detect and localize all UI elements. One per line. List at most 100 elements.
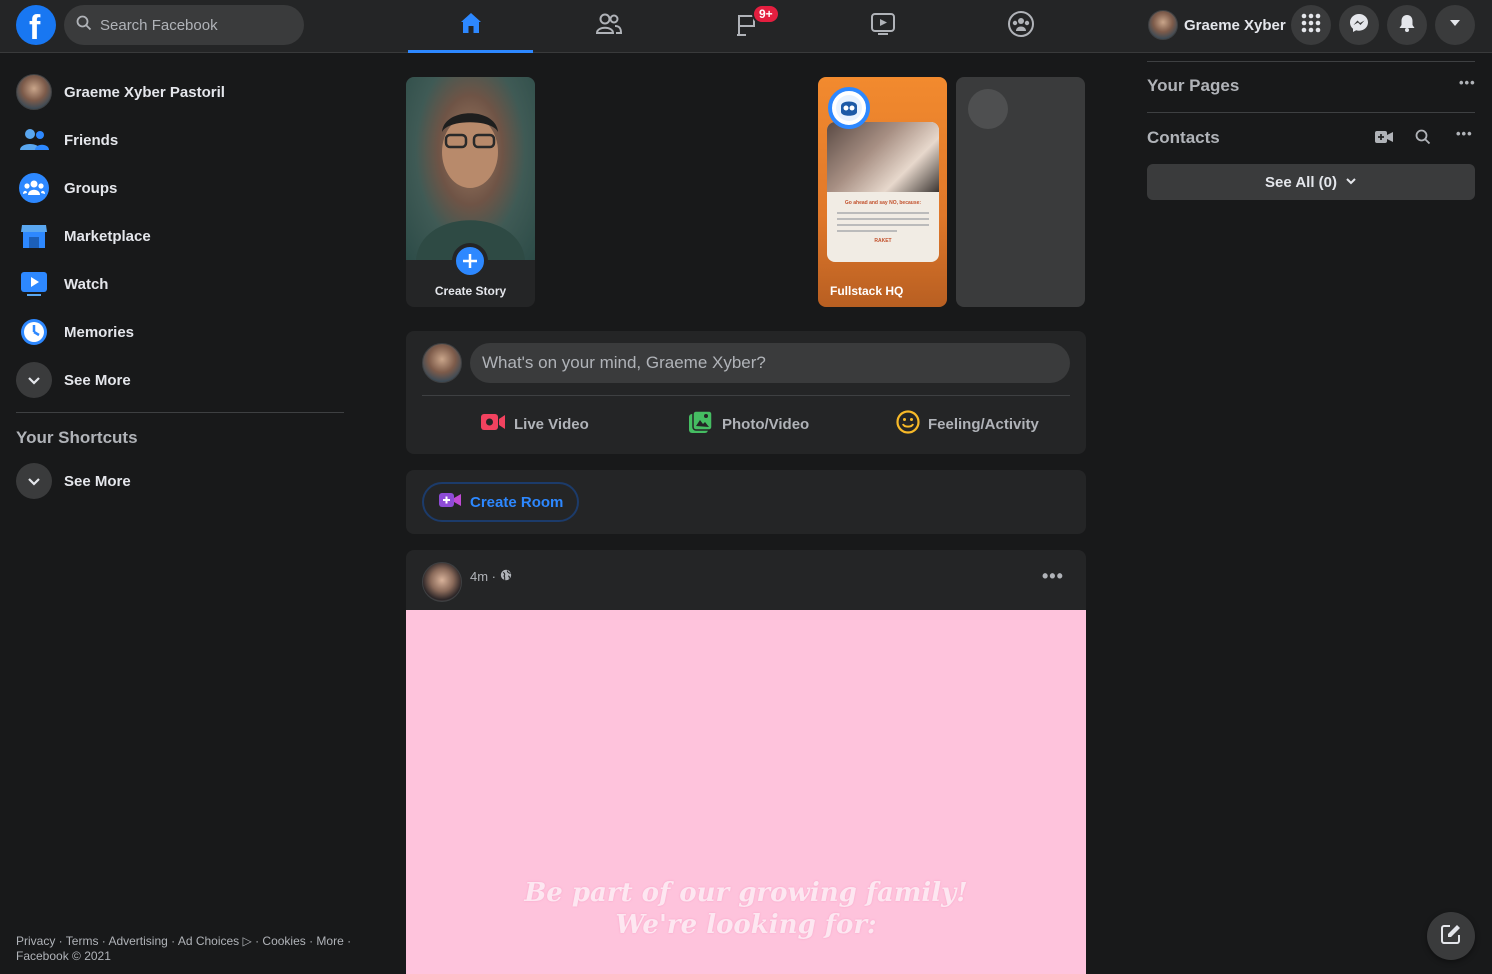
smiley-icon bbox=[896, 410, 920, 438]
svg-text:f: f bbox=[29, 9, 41, 45]
messenger-button[interactable] bbox=[1339, 5, 1379, 45]
sidebar-item-label: Friends bbox=[64, 131, 119, 149]
avatar bbox=[1148, 10, 1178, 40]
sidebar-item-label: Memories bbox=[64, 323, 135, 341]
create-room-label: Create Room bbox=[470, 493, 564, 511]
left-sidebar: Graeme Xyber Pastoril Friends Groups Mar… bbox=[8, 68, 348, 404]
search-input[interactable] bbox=[100, 16, 290, 34]
post-time[interactable]: 4m · bbox=[470, 569, 496, 584]
feeling-activity-label: Feeling/Activity bbox=[928, 415, 1039, 433]
menu-button[interactable] bbox=[1291, 5, 1331, 45]
sidebar-item-marketplace[interactable]: Marketplace bbox=[8, 212, 348, 260]
post-options-icon[interactable]: ••• bbox=[1042, 566, 1064, 587]
post-image[interactable]: Be part of our growing family! We're loo… bbox=[406, 610, 1086, 974]
tab-pages[interactable]: 9+ bbox=[684, 0, 809, 53]
video-plus-icon bbox=[438, 491, 462, 513]
notification-badge: 9+ bbox=[752, 4, 780, 24]
account-caret-icon bbox=[1448, 16, 1462, 35]
sidebar-divider bbox=[16, 412, 344, 413]
sidebar-item-label: Watch bbox=[64, 275, 109, 293]
sidebar-item-profile[interactable]: Graeme Xyber Pastoril bbox=[8, 68, 348, 116]
search-contacts-icon[interactable] bbox=[1415, 129, 1431, 150]
add-story-button[interactable] bbox=[452, 243, 488, 279]
search-bar[interactable] bbox=[64, 5, 304, 45]
post-author-avatar[interactable] bbox=[422, 562, 462, 602]
story-author-name: Fullstack HQ bbox=[830, 284, 904, 298]
friends-icon bbox=[16, 122, 52, 158]
marketplace-icon bbox=[16, 218, 52, 254]
composer-divider bbox=[422, 395, 1070, 396]
composer-input[interactable]: What's on your mind, Graeme Xyber? bbox=[470, 343, 1070, 383]
footer-link-line[interactable]: Privacy · Terms · Advertising · Ad Choic… bbox=[16, 934, 356, 949]
avatar[interactable] bbox=[422, 343, 462, 383]
menu-grid-icon bbox=[1301, 13, 1321, 38]
sidebar-item-groups[interactable]: Groups bbox=[8, 164, 348, 212]
chevron-down-icon bbox=[16, 463, 52, 499]
sidebar-item-friends[interactable]: Friends bbox=[8, 116, 348, 164]
friends-icon bbox=[595, 11, 623, 42]
top-navigation-bar: f 9+ Graeme Xyber bbox=[0, 0, 1492, 53]
groups-icon bbox=[1007, 10, 1035, 43]
sidebar-item-label: Groups bbox=[64, 179, 118, 197]
feed-post: 4m · ••• Be part of our growing family! … bbox=[406, 550, 1086, 974]
photo-icon bbox=[688, 410, 714, 438]
feeling-activity-button[interactable]: Feeling/Activity bbox=[896, 409, 1039, 439]
post-image-text-line: Be part of our growing family! bbox=[524, 878, 968, 908]
tab-home[interactable] bbox=[408, 0, 533, 53]
create-story-label: Create Story bbox=[434, 284, 507, 298]
your-pages-heading: Your Pages bbox=[1147, 76, 1240, 95]
live-video-icon bbox=[480, 412, 506, 436]
story-card-placeholder[interactable] bbox=[956, 77, 1085, 307]
profile-name: Graeme Xyber bbox=[1184, 16, 1286, 34]
sidebar-item-label: Marketplace bbox=[64, 227, 151, 245]
sidebar-item-label: See More bbox=[64, 371, 131, 389]
notifications-button[interactable] bbox=[1387, 5, 1427, 45]
new-message-button[interactable] bbox=[1427, 912, 1475, 960]
story-card[interactable]: Go ahead and say NO, because: RAKET Full… bbox=[818, 77, 947, 307]
contacts-heading: Contacts bbox=[1147, 128, 1220, 147]
live-video-button[interactable]: Live Video bbox=[480, 409, 589, 439]
copyright-text: Facebook © 2021 bbox=[16, 949, 111, 963]
facebook-logo-icon[interactable]: f bbox=[16, 5, 56, 45]
photo-video-button[interactable]: Photo/Video bbox=[688, 409, 809, 439]
sidebar-item-see-more[interactable]: See More bbox=[8, 356, 348, 404]
see-all-label: See All (0) bbox=[1265, 173, 1337, 191]
shortcuts-see-more[interactable]: See More bbox=[16, 457, 131, 505]
story-profile-photo bbox=[406, 77, 535, 260]
story-avatar-placeholder bbox=[968, 89, 1008, 129]
post-image-text-line: We're looking for: bbox=[615, 910, 877, 940]
messenger-icon bbox=[1349, 13, 1369, 38]
see-all-contacts-button[interactable]: See All (0) bbox=[1147, 164, 1475, 200]
globe-icon bbox=[500, 569, 512, 584]
live-video-label: Live Video bbox=[514, 415, 589, 433]
sidebar-item-memories[interactable]: Memories bbox=[8, 308, 348, 356]
account-menu-button[interactable] bbox=[1435, 5, 1475, 45]
tab-friends[interactable] bbox=[546, 0, 671, 53]
tab-groups[interactable] bbox=[958, 0, 1083, 53]
compose-icon bbox=[1440, 923, 1462, 950]
home-icon bbox=[458, 10, 484, 41]
chevron-down-icon bbox=[16, 362, 52, 398]
create-story-card[interactable]: Create Story bbox=[406, 77, 535, 307]
right-divider bbox=[1147, 112, 1475, 113]
sidebar-item-label: Graeme Xyber Pastoril bbox=[64, 83, 225, 101]
create-room-button[interactable]: Create Room bbox=[422, 482, 580, 522]
search-icon bbox=[76, 15, 92, 36]
shortcuts-heading: Your Shortcuts bbox=[16, 428, 138, 447]
tab-watch[interactable] bbox=[820, 0, 945, 53]
post-composer: What's on your mind, Graeme Xyber? Live … bbox=[406, 331, 1086, 454]
groups-icon bbox=[16, 170, 52, 206]
post-meta: 4m · bbox=[470, 569, 512, 584]
story-avatar bbox=[828, 87, 870, 129]
notifications-icon bbox=[1397, 13, 1417, 38]
contacts-options-icon[interactable]: ••• bbox=[1456, 126, 1473, 141]
story-card-title: Go ahead and say NO, because: bbox=[844, 200, 922, 206]
pages-options-icon[interactable]: ••• bbox=[1459, 75, 1476, 90]
rooms-card: Create Room bbox=[406, 470, 1086, 534]
profile-chip[interactable]: Graeme Xyber bbox=[1144, 8, 1290, 42]
memories-icon bbox=[16, 314, 52, 350]
story-card-brand: RAKET bbox=[874, 238, 892, 244]
stories-tray: Create Story Go ahead and say NO, becaus… bbox=[406, 77, 1086, 307]
sidebar-item-watch[interactable]: Watch bbox=[8, 260, 348, 308]
new-room-icon[interactable] bbox=[1374, 129, 1394, 150]
